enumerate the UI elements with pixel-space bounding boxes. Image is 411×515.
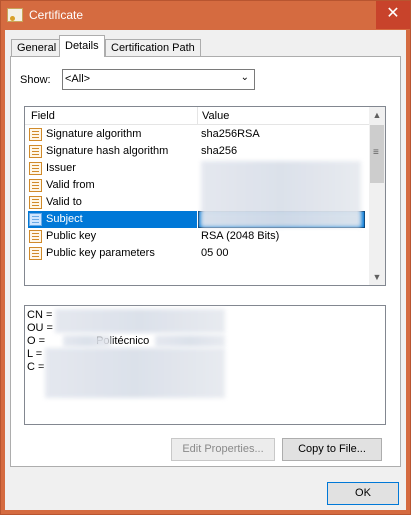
certificate-icon <box>7 8 23 22</box>
details-panel: Show: <All> ⌄ Field Value Signature algo… <box>10 56 401 467</box>
copy-to-file-button[interactable]: Copy to File... <box>282 438 382 461</box>
show-label: Show: <box>20 74 51 86</box>
title-bar[interactable]: Certificate ✕ <box>1 1 410 30</box>
show-dropdown-value: <All> <box>65 73 91 85</box>
list-row[interactable]: Public key RSA (2048 Bits) <box>25 228 371 245</box>
field-property-icon <box>29 247 42 260</box>
detail-key: OU = <box>27 322 53 334</box>
window-title: Certificate <box>29 8 84 22</box>
field-property-icon <box>29 128 42 141</box>
field-value: sha256RSA <box>201 128 260 140</box>
field-property-icon <box>29 230 42 243</box>
detail-line: C = <box>27 361 44 373</box>
field-name: Valid to <box>46 196 82 208</box>
field-value: 05 00 <box>201 247 229 259</box>
field-list[interactable]: Field Value Signature algorithm sha256RS… <box>24 106 386 286</box>
close-button[interactable]: ✕ <box>376 1 410 29</box>
redacted-subject-value <box>201 212 361 227</box>
field-value: sha256 <box>201 145 238 157</box>
field-name: Issuer <box>46 162 76 174</box>
tab-general[interactable]: General <box>11 39 63 57</box>
detail-key: O = <box>27 335 49 347</box>
list-row[interactable]: Public key parameters 05 00 <box>25 245 371 262</box>
chevron-down-icon: ⌄ <box>240 72 249 83</box>
field-name: Signature algorithm <box>46 128 142 140</box>
field-name: Public key parameters <box>46 247 155 259</box>
field-property-icon <box>29 179 42 192</box>
column-divider[interactable] <box>197 107 198 124</box>
field-name: Signature hash algorithm <box>46 145 169 157</box>
detail-line: L = <box>27 348 42 360</box>
list-row[interactable]: Signature hash algorithm sha256 <box>25 143 371 160</box>
show-dropdown[interactable]: <All> ⌄ <box>62 69 255 90</box>
field-value: RSA (2048 Bits) <box>201 230 280 242</box>
certificate-window: Certificate ✕ General Details Certificat… <box>0 0 411 515</box>
tab-details[interactable]: Details <box>59 35 105 57</box>
edit-properties-button[interactable]: Edit Properties... <box>171 438 275 461</box>
detail-key: CN = <box>27 309 53 321</box>
field-property-icon <box>29 162 42 175</box>
scroll-down-icon[interactable]: ▼ <box>369 269 385 285</box>
list-scrollbar[interactable]: ▲ ▼ <box>369 107 385 285</box>
detail-key: L = <box>27 348 43 360</box>
field-property-icon <box>29 145 42 158</box>
field-name: Subject <box>46 213 83 225</box>
redacted-detail <box>45 348 225 398</box>
ok-button[interactable]: OK <box>327 482 399 505</box>
dialog-client: General Details Certification Path Show:… <box>5 30 406 510</box>
field-property-icon <box>29 196 42 209</box>
scrollbar-thumb[interactable] <box>370 125 384 183</box>
tab-certification-path[interactable]: Certification Path <box>105 39 201 57</box>
detail-line: CN = <box>27 309 52 321</box>
list-header: Field Value <box>25 107 371 125</box>
scroll-up-icon[interactable]: ▲ <box>369 107 385 123</box>
field-name: Valid from <box>46 179 95 191</box>
redacted-detail <box>155 335 225 347</box>
field-detail-box[interactable]: CN = OU = O = Politécnico L = C = <box>24 305 386 425</box>
redacted-detail <box>63 335 111 347</box>
field-name: Public key <box>46 230 97 242</box>
field-property-icon <box>29 213 42 226</box>
redacted-detail <box>55 309 225 333</box>
list-row[interactable]: Signature algorithm sha256RSA <box>25 126 371 143</box>
detail-line: OU = <box>27 322 53 334</box>
detail-key: C = <box>27 361 45 373</box>
column-header-value[interactable]: Value <box>202 110 229 122</box>
column-header-field[interactable]: Field <box>31 110 55 122</box>
